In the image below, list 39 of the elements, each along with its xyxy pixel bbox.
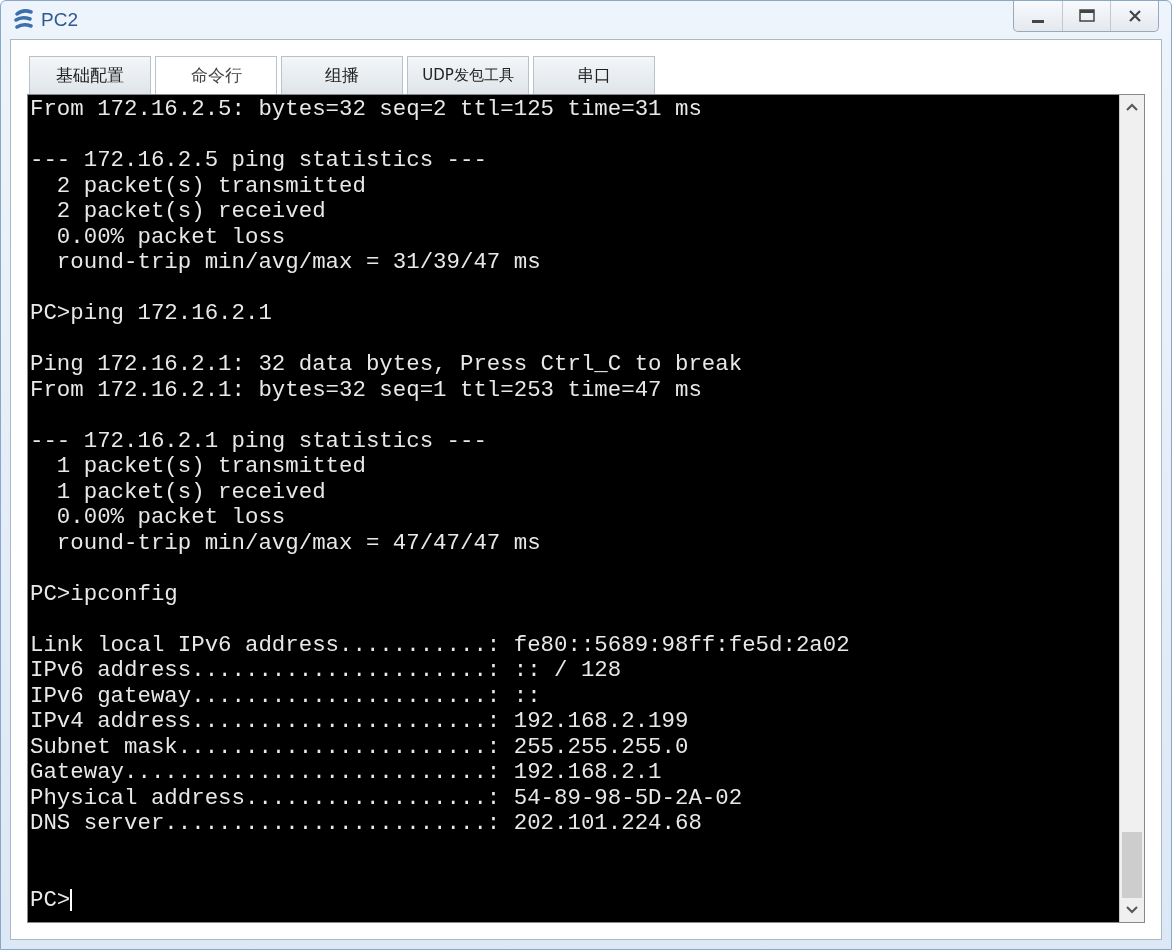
terminal-line: 0.00% packet loss	[55, 223, 286, 250]
terminal-line: Gateway...........................: 192.168.2.1	[30, 759, 662, 785]
terminal-line: Subnet mask.......................: 255.255.255.0	[30, 733, 689, 760]
terminal-prompt: PC>	[30, 887, 71, 913]
window-title: PC2	[41, 9, 78, 31]
terminal-line: PC>ping 172.16.2.1	[30, 300, 272, 326]
minimize-icon	[1032, 19, 1044, 23]
terminal-line: 2 packet(s) received	[55, 198, 326, 224]
terminal-line: 0.00% packet loss	[55, 504, 286, 530]
terminal-line: IPv6 gateway......................: ::	[30, 682, 541, 709]
tab[interactable]: 基础配置	[29, 56, 151, 94]
terminal-line: round-trip min/avg/max = 47/47/47 ms	[55, 529, 541, 556]
tab[interactable]: 组播	[281, 56, 403, 94]
terminal-line: 2 packet(s) transmitted	[55, 172, 366, 199]
terminal-line: --- 172.16.2.1 ping statistics ---	[30, 427, 487, 454]
chevron-down-icon	[1126, 906, 1138, 914]
chevron-up-icon	[1126, 103, 1138, 111]
terminal-line: IPv4 address......................: 192.168.2.199	[30, 708, 689, 734]
terminal-line: round-trip min/avg/max = 31/39/47 ms	[55, 249, 541, 275]
tab[interactable]: UDP发包工具	[407, 56, 529, 94]
tab[interactable]: 命令行	[155, 56, 277, 94]
terminal-line: From 172.16.2.1: bytes=32 seq=1 ttl=253 time=47 ms	[30, 376, 702, 403]
text-cursor	[70, 889, 73, 912]
terminal-line: PC>ipconfig	[30, 580, 178, 607]
terminal-line: 1 packet(s) received	[55, 478, 326, 505]
terminal-line: Ping 172.16.2.1: 32 data bytes, Press Ctrl_C to break	[30, 351, 743, 377]
tab[interactable]: 串口	[533, 56, 655, 94]
terminal-line: From 172.16.2.5: bytes=32 seq=2 ttl=125 time=31 ms	[30, 96, 702, 122]
terminal-line: 1 packet(s) transmitted	[55, 453, 366, 479]
terminal-line: IPv6 address......................: :: / 128	[30, 657, 622, 683]
scrollbar-thumb[interactable]	[1122, 832, 1142, 898]
terminal-line: Physical address..................: 54-89-98-5D-2A-02	[30, 784, 743, 811]
scrollbar[interactable]	[1119, 95, 1144, 922]
terminal-line: Link local IPv6 address...........: fe80::5689:98ff:fe5d:2a02	[30, 631, 850, 658]
network-cable-icon	[13, 8, 35, 32]
maximize-icon	[1077, 8, 1096, 24]
close-icon	[1126, 8, 1143, 24]
terminal-line: DNS server........................: 202.101.224.68	[30, 810, 702, 836]
terminal-line: --- 172.16.2.5 ping statistics ---	[30, 147, 487, 173]
